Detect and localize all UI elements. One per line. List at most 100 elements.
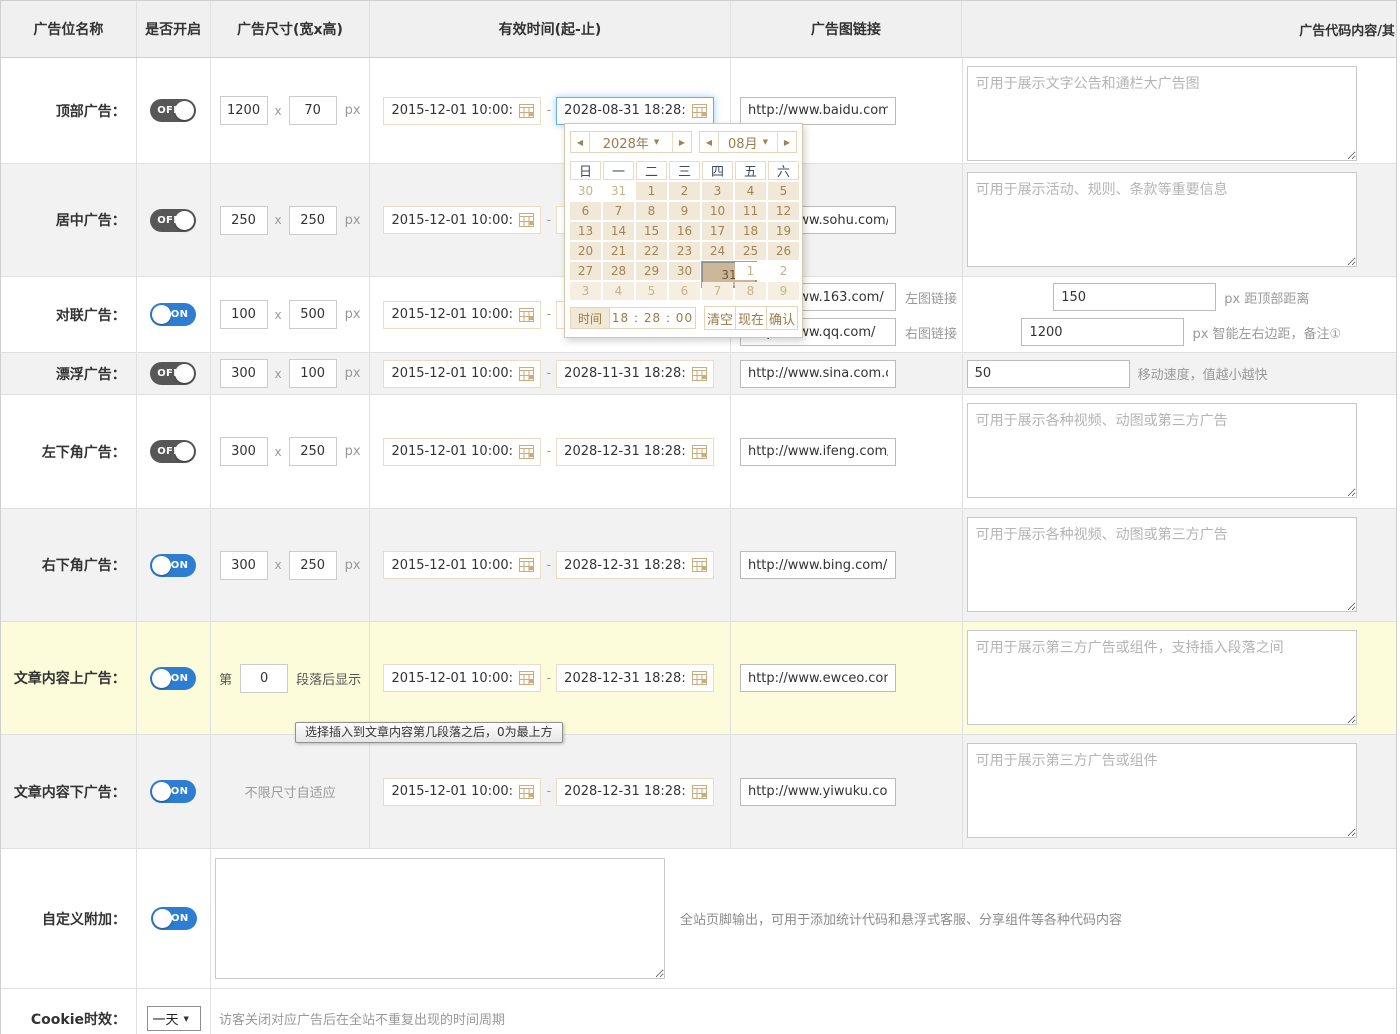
day-cell[interactable]: 14 [603,222,634,240]
ad-code-textarea[interactable] [967,403,1357,498]
start-date-value[interactable] [384,671,512,686]
calendar-icon[interactable] [519,367,534,381]
calendar-icon[interactable] [692,671,707,685]
end-date-input[interactable] [556,664,714,692]
end-date-value[interactable] [557,444,685,459]
custom-code-textarea[interactable] [215,858,665,979]
calendar-icon[interactable] [692,445,707,459]
end-date-value[interactable] [557,366,685,381]
start-date-value[interactable] [384,558,512,573]
end-date-input[interactable] [556,438,714,466]
ad-code-textarea[interactable] [967,743,1357,838]
day-cell[interactable]: 22 [636,242,667,260]
next-month-button[interactable]: ▶ [778,132,796,152]
day-cell[interactable]: 29 [636,262,667,280]
cookie-duration-select[interactable]: 一天 ▼ [147,1006,201,1031]
start-date-value[interactable] [384,213,512,228]
time-value[interactable]: 18 : 28 : 00 [610,307,696,329]
start-date-value[interactable] [384,444,512,459]
end-date-input[interactable] [556,360,714,388]
day-cell[interactable]: 3 [570,282,601,300]
ad-link-input[interactable] [740,438,896,466]
end-date-value[interactable] [557,103,685,118]
enable-toggle[interactable]: ON [150,667,196,690]
end-date-input-focused[interactable] [556,97,714,125]
day-cell[interactable]: 1 [636,182,667,200]
calendar-icon[interactable] [692,367,707,381]
ad-code-textarea[interactable] [967,66,1357,161]
day-cell[interactable]: 4 [603,282,634,300]
ad-code-textarea[interactable] [967,172,1357,267]
calendar-icon[interactable] [519,308,534,322]
start-date-value[interactable] [384,784,512,799]
day-cell[interactable]: 4 [735,182,766,200]
calendar-icon[interactable] [692,104,707,118]
day-cell[interactable]: 9 [669,202,700,220]
start-date-input[interactable] [383,438,541,466]
clear-button[interactable]: 清空 [705,307,735,329]
height-input[interactable] [289,300,337,329]
top-offset-input[interactable] [1053,283,1216,311]
calendar-icon[interactable] [519,785,534,799]
day-cell[interactable]: 18 [735,222,766,240]
enable-toggle[interactable]: OFF [150,362,196,385]
ad-link-input[interactable] [740,360,896,388]
day-cell[interactable]: 5 [768,182,799,200]
width-input[interactable] [220,359,268,388]
enable-toggle[interactable]: OFF [150,440,196,463]
now-button[interactable]: 现在 [735,307,766,329]
enable-toggle[interactable]: OFF [150,209,196,232]
ad-link-input[interactable] [740,97,896,125]
move-speed-input[interactable] [967,360,1130,388]
day-cell[interactable]: 30 [669,262,700,280]
height-input[interactable] [289,437,337,466]
day-cell[interactable]: 6 [669,282,700,300]
start-date-input[interactable] [383,301,541,329]
day-cell[interactable]: 13 [570,222,601,240]
day-cell[interactable]: 28 [603,262,634,280]
width-input[interactable] [220,300,268,329]
day-cell[interactable]: 24 [702,242,733,260]
start-date-value[interactable] [384,103,512,118]
day-cell[interactable]: 20 [570,242,601,260]
height-input[interactable] [289,359,337,388]
end-date-value[interactable] [557,558,685,573]
day-cell[interactable]: 27 [570,262,601,280]
prev-month-button[interactable]: ◀ [700,132,718,152]
day-cell[interactable]: 19 [768,222,799,240]
enable-toggle[interactable]: ON [151,907,197,930]
start-date-input[interactable] [383,551,541,579]
paragraph-number-input[interactable] [240,664,288,693]
width-input[interactable] [220,437,268,466]
end-date-input[interactable] [556,778,714,806]
day-cell[interactable]: 25 [735,242,766,260]
start-date-input[interactable] [383,206,541,234]
start-date-value[interactable] [384,307,512,322]
start-date-input[interactable] [383,97,541,125]
day-cell[interactable]: 8 [636,202,667,220]
side-margin-input[interactable] [1021,318,1184,346]
end-date-input[interactable] [556,551,714,579]
width-input[interactable] [220,551,268,580]
enable-toggle[interactable]: OFF [150,99,196,122]
day-cell[interactable]: 3 [702,182,733,200]
day-cell[interactable]: 17 [702,222,733,240]
start-date-value[interactable] [384,366,512,381]
calendar-icon[interactable] [519,213,534,227]
day-cell[interactable]: 26 [768,242,799,260]
enable-toggle[interactable]: ON [150,554,196,577]
day-cell[interactable]: 9 [768,282,799,300]
day-cell[interactable]: 2 [768,262,799,280]
day-cell[interactable]: 30 [570,182,601,200]
calendar-icon[interactable] [519,104,534,118]
day-cell[interactable]: 6 [570,202,601,220]
day-cell[interactable]: 15 [636,222,667,240]
day-cell[interactable]: 10 [702,202,733,220]
end-date-value[interactable] [557,671,685,686]
next-year-button[interactable]: ▶ [673,132,691,152]
day-cell[interactable]: 31 [603,182,634,200]
day-cell[interactable]: 11 [735,202,766,220]
ad-link-input[interactable] [740,551,896,579]
day-cell[interactable]: 23 [669,242,700,260]
day-cell[interactable]: 2 [669,182,700,200]
